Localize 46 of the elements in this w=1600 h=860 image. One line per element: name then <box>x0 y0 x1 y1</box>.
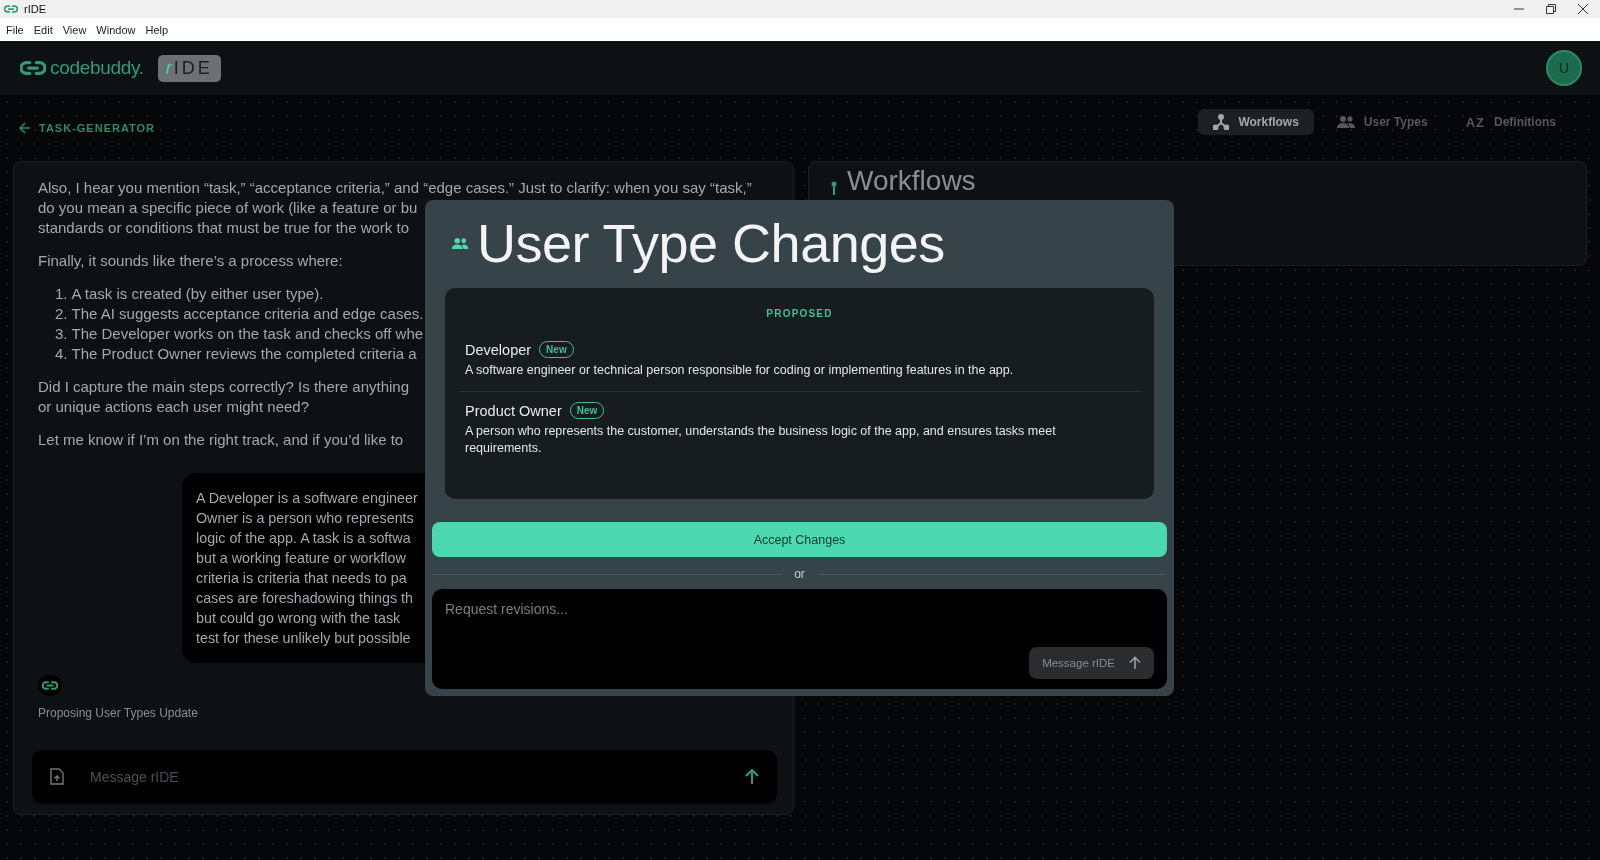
file-upload-icon[interactable] <box>50 768 64 786</box>
message-paragraph: Let me know if I’m on the right track, and if you’d like to <box>38 430 404 450</box>
back-arrow-icon[interactable] <box>19 122 31 134</box>
panel-title: Workflows <box>847 167 976 195</box>
tab[interactable]: Workflows <box>1198 109 1314 135</box>
app-logo-icon <box>4 4 18 14</box>
revision-input[interactable]: Request revisions... <box>445 601 1154 617</box>
restore-icon[interactable] <box>1546 4 1556 14</box>
message-paragraph: Did I capture the main steps correctly? Is there anything or unique actions each user might need? <box>38 377 409 417</box>
list-number: 2. <box>55 304 68 324</box>
menu-item[interactable]: Help <box>145 23 169 36</box>
list-item-text: The Product Owner reviews the completed criteria a <box>71 344 417 364</box>
menu-item[interactable]: File <box>6 23 24 36</box>
list-number: 3. <box>55 324 68 344</box>
user-type-name: Product Owner <box>465 402 562 419</box>
separator-text: or <box>794 567 805 581</box>
menu-item[interactable]: View <box>62 23 87 36</box>
close-icon[interactable] <box>1578 4 1588 14</box>
brand-logo-icon <box>20 59 46 77</box>
menu-item[interactable]: Window <box>96 23 136 36</box>
menu-item[interactable]: Edit <box>33 23 53 36</box>
window-title: rIDE <box>24 3 46 15</box>
list-item-text: The Developer works on the task and checks off whe <box>71 324 424 344</box>
status-text: Proposing User Types Update <box>38 705 199 720</box>
users-icon <box>1336 115 1355 129</box>
list-item-text: The AI suggests acceptance criteria and edge cases. <box>71 304 424 324</box>
sort-icon: AZ <box>1465 114 1485 130</box>
message-field[interactable]: Message rIDE <box>32 749 777 804</box>
accept-button[interactable]: Accept Changes <box>432 522 1167 557</box>
user-type-name: Developer <box>465 341 532 358</box>
list-number: 1. <box>55 284 68 304</box>
send-arrow-icon <box>1129 656 1141 670</box>
user-type-description: A person who represents the customer, understands the business logic of the app, and ensures tasks meet requirements. <box>465 423 1057 457</box>
brand-name: codebuddy. <box>50 57 144 79</box>
user-type-description: A software engineer or technical person responsible for coding or implementing features in the app. <box>465 362 1015 379</box>
message-input[interactable]: Message rIDE <box>88 767 721 786</box>
revision-field[interactable]: Request revisions... Message rIDE <box>432 589 1167 689</box>
message-paragraph: Finally, it sounds like there’s a process where: <box>38 251 343 271</box>
back-link[interactable]: TASK-GENERATOR <box>19 122 156 134</box>
assistant-logo-icon <box>42 679 58 691</box>
section-label: PROPOSED <box>765 308 834 319</box>
users-icon <box>451 236 469 250</box>
send-arrow-icon[interactable] <box>745 768 759 785</box>
product-badge: rIDE <box>157 54 221 82</box>
list-item-text: A task is created (by either user type). <box>71 284 324 304</box>
list-number: 4. <box>55 344 68 364</box>
